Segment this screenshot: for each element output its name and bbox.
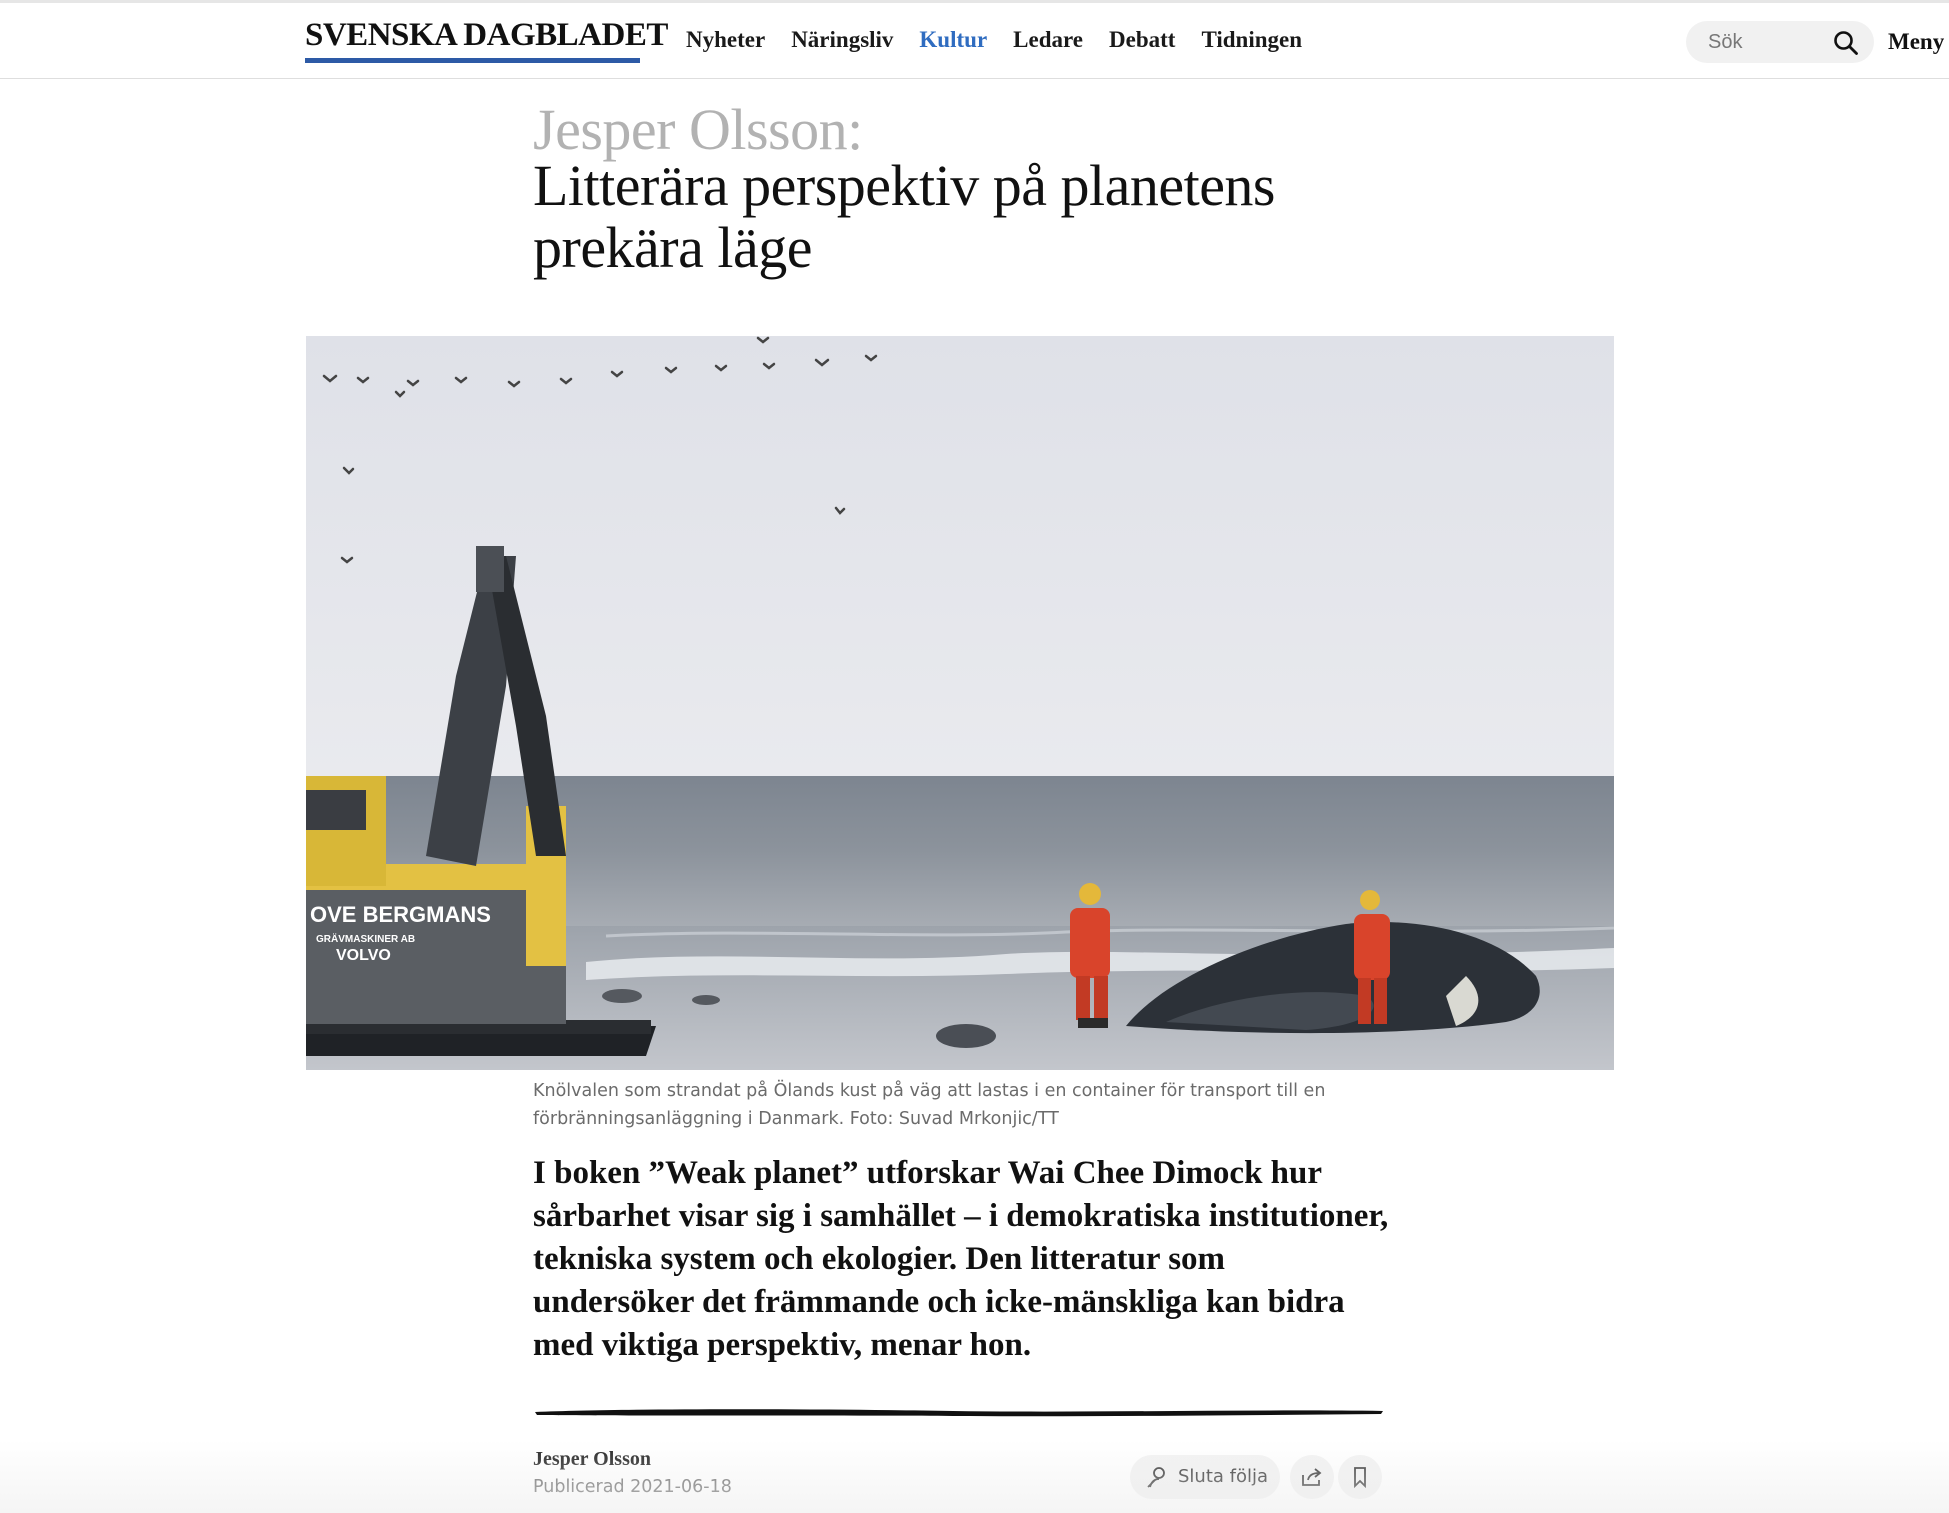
follow-button[interactable]: Sluta följa [1130, 1455, 1280, 1499]
nav-item-debatt[interactable]: Debatt [1109, 27, 1175, 53]
article-title: Litterära perspektiv på planetens prekär… [533, 153, 1276, 280]
nav-item-tidningen[interactable]: Tidningen [1201, 27, 1302, 53]
bookmark-icon [1354, 1467, 1366, 1489]
hero-image: OVE BERGMANS GRÄVMASKINER AB VOLVO [306, 336, 1614, 1070]
author-name[interactable]: Jesper Olsson [533, 1448, 651, 1471]
menu-button[interactable]: Meny [1888, 29, 1944, 55]
image-caption: Knölvalen som strandat på Ölands kust på… [533, 1081, 1326, 1129]
excavator-make-text: VOLVO [336, 947, 391, 964]
search-box [1686, 21, 1874, 63]
nav-item-nyheter[interactable]: Nyheter [686, 27, 765, 53]
share-button[interactable] [1290, 1455, 1334, 1499]
site-header: SVENSKA DAGBLADET Nyheter Näringsliv Kul… [0, 3, 1949, 79]
logo-underline [305, 58, 640, 63]
search-input[interactable] [1708, 29, 1828, 55]
brush-divider [535, 1409, 1383, 1417]
excavator-sub-text: GRÄVMASKINER AB [316, 932, 415, 945]
excavator-brand-text: OVE BERGMANS [310, 902, 491, 927]
hero-photo: OVE BERGMANS GRÄVMASKINER AB VOLVO [306, 336, 1614, 1070]
search-icon[interactable] [1832, 29, 1860, 57]
article-lead: I boken ”Weak planet” utforskar Wai Chee… [533, 1155, 1389, 1363]
person-icon [1147, 1467, 1165, 1488]
bookmark-button[interactable] [1338, 1455, 1382, 1499]
site-logo[interactable]: SVENSKA DAGBLADET [305, 17, 668, 54]
share-icon [1302, 1468, 1322, 1486]
main-nav: Nyheter Näringsliv Kultur Ledare Debatt … [686, 27, 1302, 53]
nav-item-kultur[interactable]: Kultur [919, 27, 987, 53]
nav-item-ledare[interactable]: Ledare [1013, 27, 1083, 53]
bottom-fade [0, 1440, 1949, 1513]
nav-item-naringsliv[interactable]: Näringsliv [791, 27, 893, 53]
published-date: Publicerad 2021-06-18 [533, 1477, 732, 1497]
follow-label: Sluta följa [1178, 1466, 1269, 1487]
